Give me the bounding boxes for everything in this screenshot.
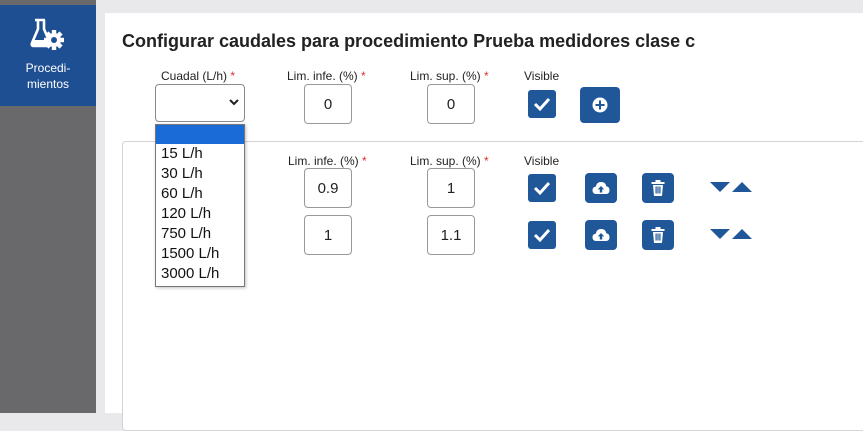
caudal-label: Cuadal (L/h) *: [161, 69, 236, 83]
cloud-upload-icon: [592, 229, 610, 241]
required-mark: *: [230, 69, 236, 83]
caudal-dropdown-list: 15 L/h 30 L/h 60 L/h 120 L/h 750 L/h 150…: [155, 124, 245, 287]
chevron-down-icon: [229, 99, 239, 106]
check-icon: [533, 228, 551, 243]
move-down-icon[interactable]: [710, 228, 730, 240]
row-delete-button[interactable]: [642, 220, 674, 250]
visible-checkbox[interactable]: [528, 90, 556, 118]
dropdown-option[interactable]: 750 L/h: [156, 224, 244, 244]
table-lim-inf-header: Lim. infe. (%) *: [288, 154, 367, 168]
dropdown-option[interactable]: 30 L/h: [156, 164, 244, 184]
dropdown-option[interactable]: 120 L/h: [156, 204, 244, 224]
flask-gear-icon: [30, 18, 64, 50]
lim-inf-input[interactable]: 0: [304, 84, 352, 124]
row-lim-inf-input[interactable]: 0.9: [304, 168, 352, 208]
move-down-icon[interactable]: [710, 181, 730, 193]
row-save-button[interactable]: [585, 220, 617, 250]
check-icon: [533, 181, 551, 196]
row-lim-inf-input[interactable]: 1: [304, 215, 352, 255]
trash-icon: [651, 180, 665, 196]
row-lim-sup-input[interactable]: 1.1: [427, 215, 475, 255]
trash-icon: [651, 227, 665, 243]
row-visible-checkbox[interactable]: [528, 174, 556, 202]
required-mark: *: [484, 69, 489, 83]
add-caudal-button[interactable]: [580, 87, 620, 123]
lim-sup-input[interactable]: 0: [427, 84, 475, 124]
row-save-button[interactable]: [585, 173, 617, 203]
lim-sup-label: Lim. sup. (%) *: [410, 69, 489, 83]
sidebar-item-procedimientos[interactable]: Procedi- mientos: [0, 5, 96, 106]
sidebar: Procedi- mientos: [0, 0, 96, 413]
sidebar-item-label: Procedi- mientos: [25, 61, 71, 91]
dropdown-option[interactable]: 3000 L/h: [156, 264, 244, 284]
lim-inf-label: Lim. infe. (%) *: [287, 69, 366, 83]
row-delete-button[interactable]: [642, 173, 674, 203]
dropdown-option[interactable]: 15 L/h: [156, 144, 244, 164]
row-lim-sup-input[interactable]: 1: [427, 168, 475, 208]
row-visible-checkbox[interactable]: [528, 221, 556, 249]
visible-label: Visible: [524, 69, 560, 83]
dropdown-option[interactable]: [156, 125, 244, 144]
caudal-select[interactable]: [155, 84, 245, 122]
move-up-icon[interactable]: [732, 228, 752, 240]
table-visible-header: Visible: [524, 154, 560, 168]
plus-circle-icon: [592, 97, 608, 113]
table-lim-sup-header: Lim. sup. (%) *: [410, 154, 489, 168]
dropdown-option[interactable]: 1500 L/h: [156, 244, 244, 264]
required-mark: *: [484, 154, 489, 168]
check-icon: [533, 97, 551, 112]
move-up-icon[interactable]: [732, 181, 752, 193]
page-title: Configurar caudales para procedimiento P…: [122, 31, 696, 51]
cloud-upload-icon: [592, 182, 610, 194]
row-reorder-controls: [710, 181, 754, 193]
row-reorder-controls: [710, 228, 754, 240]
required-mark: *: [361, 69, 366, 83]
required-mark: *: [362, 154, 367, 168]
dropdown-option[interactable]: 60 L/h: [156, 184, 244, 204]
